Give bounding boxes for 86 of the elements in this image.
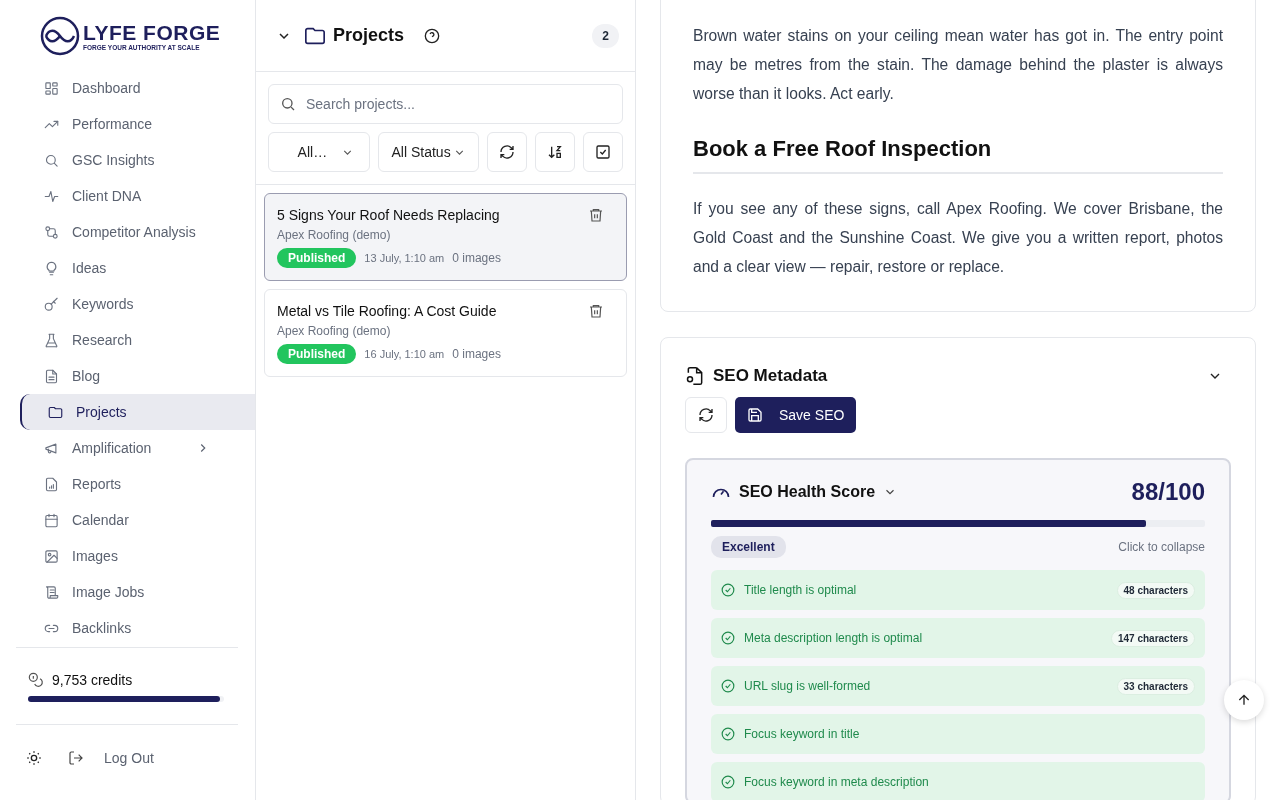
dashboard-icon: [44, 80, 59, 96]
check-label: Focus keyword in title: [744, 727, 860, 741]
help-icon[interactable]: [424, 27, 441, 44]
search-icon: [44, 152, 59, 168]
image-count: 0 images: [452, 347, 501, 361]
compare-icon: [44, 224, 59, 240]
refresh-icon: [698, 407, 714, 423]
sort-button[interactable]: [535, 132, 576, 172]
sidebar-item[interactable]: Client DNA: [20, 178, 255, 214]
scroll-icon: [44, 584, 59, 600]
flask-icon: [44, 332, 59, 348]
check-detail: 147 characters: [1110, 629, 1195, 647]
project-date: 13 July, 1:10 am: [364, 252, 445, 264]
document-icon: [44, 368, 59, 384]
image-icon: [44, 548, 59, 564]
select-button[interactable]: [583, 132, 623, 172]
image-count: 0 images: [452, 251, 501, 265]
status-badge: Published: [277, 344, 357, 364]
project-client: Apex Roofing (demo): [277, 228, 392, 242]
check-detail: 33 characters: [1116, 677, 1195, 695]
lightbulb-icon: [44, 260, 59, 276]
check-label: Meta description length is optimal: [744, 631, 923, 645]
check-label: Title length is optimal: [744, 583, 857, 597]
rating-badge: Excellent: [711, 536, 786, 558]
project-card[interactable]: 5 Signs Your Roof Needs Replacing Apex Roofing (demo) Published 13 July, 1:10 am 0 images: [264, 193, 627, 281]
sidebar-item[interactable]: GSC Insights: [20, 142, 255, 178]
save-icon: [747, 407, 763, 423]
file-search-icon: [685, 366, 705, 386]
sidebar-item[interactable]: Amplification: [20, 430, 255, 466]
sidebar-item[interactable]: Image Jobs: [20, 574, 255, 610]
check-label: URL slug is well-formed: [744, 679, 871, 693]
checkbox-icon: [595, 144, 612, 160]
trash-icon[interactable]: [588, 207, 604, 223]
coins-icon: [28, 672, 44, 688]
save-button[interactable]: Save SEO: [735, 397, 857, 433]
project-title: 5 Signs Your Roof Needs Replacing: [277, 207, 500, 223]
health-score: 88/100: [1131, 478, 1205, 506]
sidebar-item[interactable]: Backlinks: [20, 610, 255, 646]
sidebar-item[interactable]: Reports: [20, 466, 255, 502]
filter-dropdown[interactable]: All Status: [377, 132, 480, 172]
report-icon: [44, 476, 59, 492]
collapse-hint: Click to collapse: [1118, 540, 1205, 554]
sort-icon: [547, 144, 564, 160]
status-badge: Published: [277, 248, 357, 268]
section-title: SEO Metadata: [713, 366, 828, 386]
logout-icon: [68, 750, 84, 766]
article-heading: Book a Free Roof Inspection: [693, 136, 1223, 174]
article-paragraph: If you see any of these signs, call Apex Roofing. We cover Brisbane, the Gold Coast and the Sunshine Coast. We give you a written report, photos and a clear view — repair, restore or replace.: [693, 199, 1223, 277]
article-paragraph: Brown water stains on your ceiling mean water has got in. The entry point may be metres from the stain. The damage behind the plaster is always worse than it looks. Act early.: [693, 26, 1223, 104]
arrow-up-icon: [1236, 692, 1252, 708]
sidebar-item[interactable]: Performance: [20, 106, 255, 142]
sidebar-item[interactable]: Keywords: [20, 286, 255, 322]
project-card[interactable]: Metal vs Tile Roofing: A Cost Guide Apex Roofing (demo) Published 16 July, 1:10 am 0 images: [264, 289, 627, 377]
health-title: SEO Health Score: [739, 483, 876, 501]
refresh-button[interactable]: [685, 397, 727, 433]
sidebar-item[interactable]: Blog: [20, 358, 255, 394]
logo-icon: [40, 16, 80, 56]
search-icon: [280, 96, 296, 112]
health-panel[interactable]: [685, 458, 1231, 800]
sun-icon[interactable]: [26, 750, 42, 766]
sidebar-item[interactable]: Projects: [20, 394, 255, 430]
project-title: Metal vs Tile Roofing: A Cost Guide: [277, 303, 497, 319]
sidebar-item[interactable]: Images: [20, 538, 255, 574]
count-badge: 2: [592, 23, 619, 48]
sidebar-item[interactable]: Research: [20, 322, 255, 358]
project-client: Apex Roofing (demo): [277, 324, 392, 338]
check-detail: 48 characters: [1116, 581, 1195, 599]
filter-dropdown[interactable]: All…: [268, 132, 370, 172]
sidebar-item[interactable]: Dashboard: [20, 70, 255, 106]
refresh-icon: [499, 144, 516, 160]
sidebar-item[interactable]: Competitor Analysis: [20, 214, 255, 250]
refresh-button[interactable]: [487, 132, 528, 172]
search-field[interactable]: Search projects...: [268, 84, 623, 124]
trash-icon[interactable]: [588, 303, 604, 319]
pulse-icon: [44, 188, 59, 204]
key-icon: [44, 296, 59, 312]
sidebar-item[interactable]: Calendar: [20, 502, 255, 538]
brand-name: LYFE FORGE: [83, 21, 221, 44]
sidebar-item[interactable]: Ideas: [20, 250, 255, 286]
credits-count: 9,753 credits: [52, 672, 133, 688]
logout-link[interactable]: Log Out: [68, 750, 154, 766]
check-label: Focus keyword in meta description: [744, 775, 929, 789]
folder-icon: [48, 404, 63, 420]
project-date: 16 July, 1:10 am: [364, 348, 445, 360]
calendar-icon: [44, 512, 59, 528]
panel-title: Projects: [333, 25, 405, 46]
